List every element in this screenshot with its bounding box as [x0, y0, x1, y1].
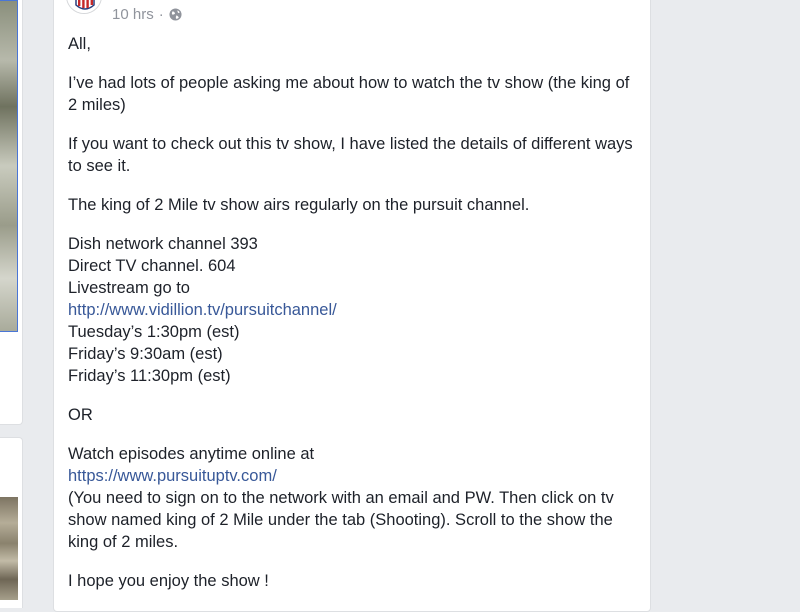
left-column — [0, 0, 24, 608]
globe-icon[interactable] — [169, 7, 182, 21]
post-body: All, I’ve had lots of people asking me a… — [68, 33, 638, 609]
intro-paragraph: I’ve had lots of people asking me about … — [68, 74, 630, 114]
details-paragraph: If you want to check out this tv show, I… — [68, 135, 633, 175]
signon-instructions: (You need to sign on to the network with… — [68, 489, 614, 551]
or-text: OR — [68, 406, 93, 424]
left-photo-thumbnail-2[interactable] — [0, 497, 18, 600]
livestream-label: Livestream go to — [68, 279, 190, 297]
online-section: Watch episodes anytime online at https:/… — [68, 443, 638, 553]
greeting-text: All, — [68, 35, 91, 53]
post-timestamp[interactable]: 10 hrs — [112, 6, 154, 23]
livestream-link[interactable]: http://www.vidillion.tv/pursuitchannel/ — [68, 301, 337, 319]
closing-text: I hope you enjoy the show ! — [68, 572, 269, 590]
schedule-friday-pm: Friday’s 11:30pm (est) — [68, 367, 231, 385]
airs-paragraph: The king of 2 Mile tv show airs regularl… — [68, 196, 530, 214]
directv-line: Direct TV channel. 604 — [68, 257, 236, 275]
pursuitup-link[interactable]: https://www.pursuituptv.com/ — [68, 467, 277, 485]
post-meta: 10 hrs · — [112, 5, 182, 23]
dish-line: Dish network channel 393 — [68, 235, 258, 253]
meta-separator: · — [158, 5, 164, 23]
right-column — [667, 0, 800, 600]
schedule-tuesday: Tuesday’s 1:30pm (est) — [68, 323, 240, 341]
online-label: Watch episodes anytime online at — [68, 445, 315, 463]
left-photo-thumbnail[interactable] — [0, 0, 18, 332]
schedule-friday-am: Friday’s 9:30am (est) — [68, 345, 223, 363]
channel-list: Dish network channel 393 Direct TV chann… — [68, 233, 638, 387]
